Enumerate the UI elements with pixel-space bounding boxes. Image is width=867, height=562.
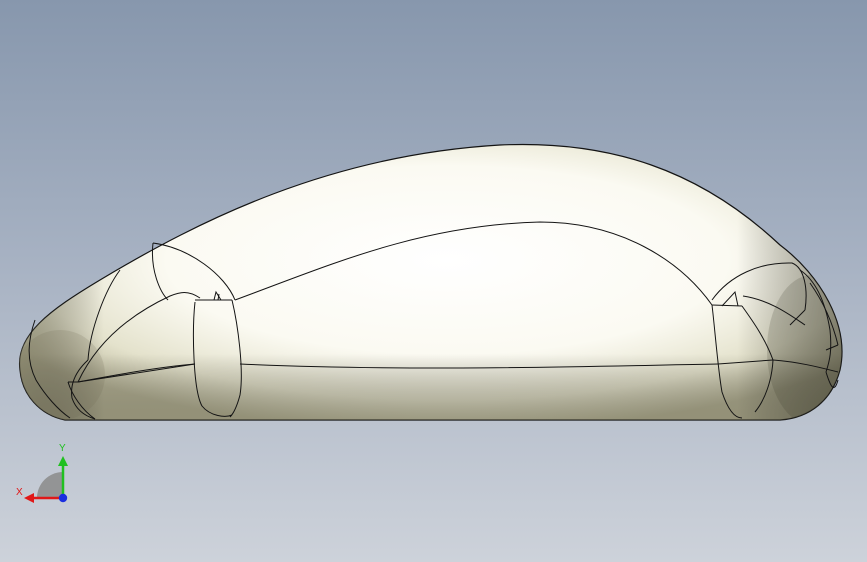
y-axis-label: Y (59, 443, 66, 454)
z-axis-dot (58, 493, 68, 503)
graphics-viewport[interactable]: X Y (0, 0, 867, 562)
view-orientation-triad[interactable]: X Y (12, 442, 72, 506)
x-axis-label: X (16, 487, 23, 498)
3d-model-mouse-shell[interactable] (0, 0, 867, 562)
triad-plane-indicator (37, 472, 63, 498)
